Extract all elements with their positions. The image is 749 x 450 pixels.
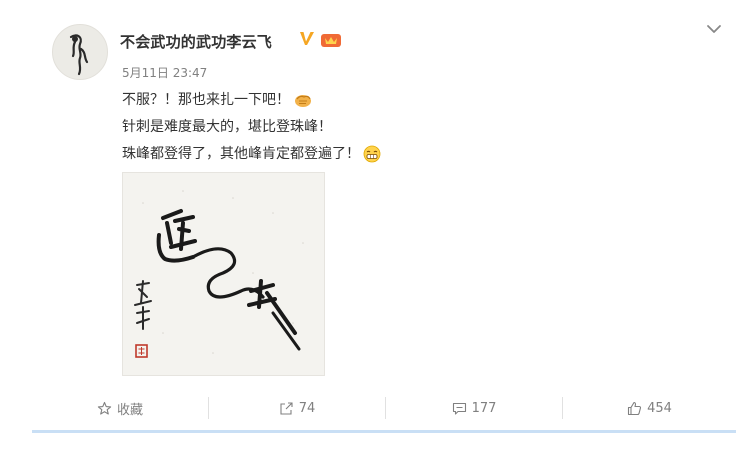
- comment-icon: [452, 402, 466, 415]
- like-button[interactable]: 454: [563, 390, 736, 426]
- star-icon: [97, 401, 112, 415]
- action-toolbar: 收藏 74 177 454: [32, 390, 736, 426]
- like-count: 454: [647, 400, 672, 416]
- repost-button[interactable]: 74: [209, 390, 385, 426]
- author-name[interactable]: 不会武功的武功李云飞: [120, 31, 272, 52]
- comment-button[interactable]: 177: [386, 390, 562, 426]
- member-crown-icon[interactable]: [320, 31, 342, 48]
- post-text: 针刺是难度最大的，堪比登珠峰！: [122, 119, 332, 135]
- post-text-line-3: 珠峰都登得了，其他峰肯定都登遍了！: [122, 144, 382, 164]
- fist-emoji-icon: [295, 95, 311, 107]
- comment-count: 177: [471, 400, 497, 416]
- share-arrow-icon: [280, 401, 293, 415]
- favorite-button[interactable]: 收藏: [32, 390, 208, 426]
- thumbs-up-icon: [628, 401, 642, 415]
- avatar-image: [69, 34, 89, 76]
- post-text: 珠峰都登得了，其他峰肯定都登遍了！: [122, 146, 360, 162]
- post-text-line-2: 针刺是难度最大的，堪比登珠峰！: [122, 117, 332, 137]
- grin-emoji-icon: [363, 145, 381, 163]
- repost-count: 74: [298, 400, 316, 416]
- feed-divider-bar: [32, 430, 736, 433]
- favorite-label: 收藏: [116, 402, 143, 418]
- post-timestamp[interactable]: 5月11日 23:47: [122, 64, 207, 81]
- verified-v-icon: [300, 32, 314, 45]
- avatar[interactable]: [52, 24, 108, 80]
- post-image[interactable]: [122, 172, 325, 376]
- chevron-down-icon[interactable]: [705, 22, 723, 36]
- post-text: 不服？！那也来扎一下吧！: [122, 92, 290, 108]
- post-text-line-1: 不服？！那也来扎一下吧！: [122, 90, 312, 110]
- calligraphy-artwork: [134, 190, 304, 358]
